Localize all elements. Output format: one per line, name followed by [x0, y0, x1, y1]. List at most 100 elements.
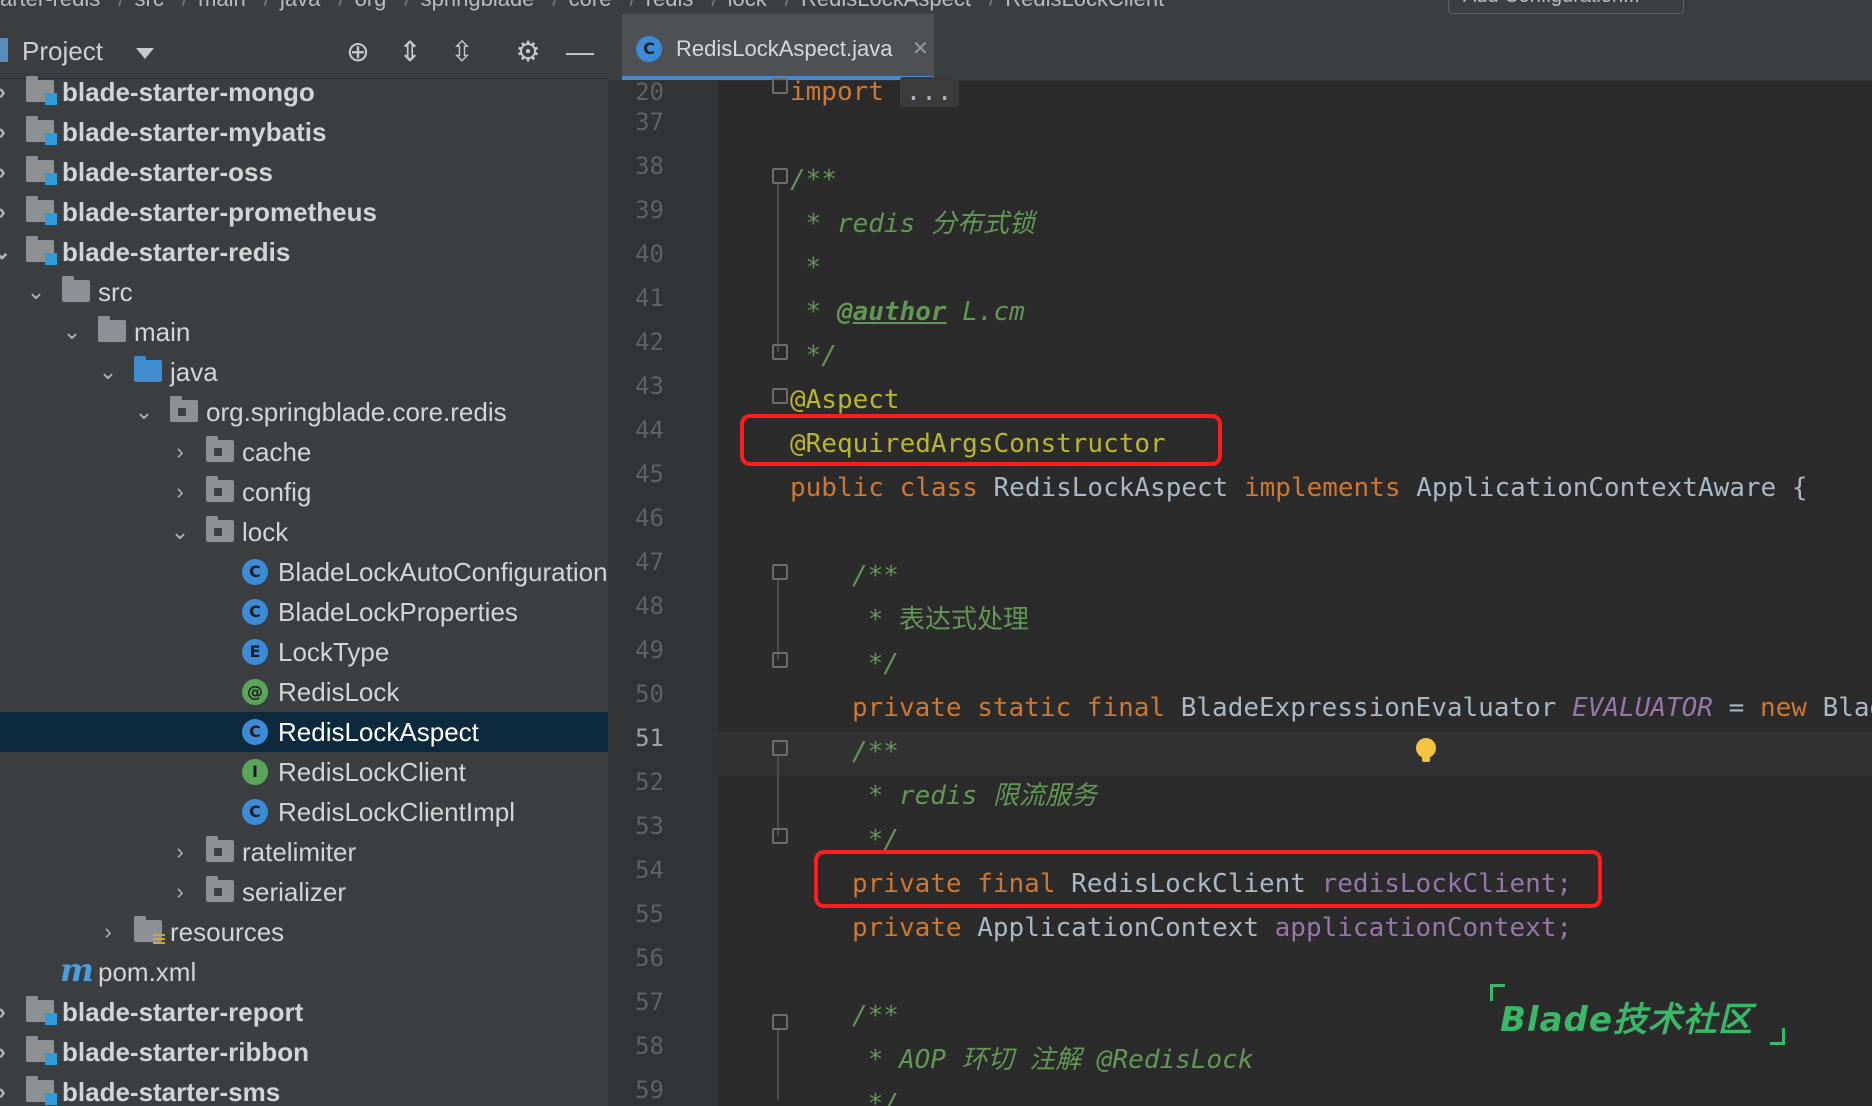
tree-item-file[interactable]: m pom.xml — [0, 952, 608, 992]
lightbulb-icon[interactable] — [1416, 738, 1436, 764]
tree-item-class[interactable]: C BladeLockProperties — [0, 592, 608, 632]
code-editor[interactable]: C RedisLockAspect.java ✕ 20 37 38 39 40 … — [608, 14, 1872, 1106]
tree-item-module[interactable]: › blade-starter-oss — [0, 152, 608, 192]
tree-item-module[interactable]: › blade-starter-prometheus — [0, 192, 608, 232]
chevron-right-icon[interactable]: › — [0, 112, 14, 152]
code-token: applicationContext; — [1274, 913, 1573, 943]
chevron-right-icon[interactable]: › — [0, 1032, 14, 1072]
line-number: 55 — [635, 900, 664, 928]
fold-marker-icon[interactable] — [772, 564, 788, 580]
tree-item-label: blade-starter-prometheus — [62, 197, 377, 227]
chevron-right-icon[interactable]: › — [168, 832, 192, 872]
tree-item-folder[interactable]: › resources — [0, 912, 608, 952]
tree-item-annotation[interactable]: @ RedisLock — [0, 672, 608, 712]
breadcrumb-item[interactable]: org — [355, 0, 387, 11]
breadcrumb-item[interactable]: springblade — [421, 0, 535, 11]
tree-item-package[interactable]: › cache — [0, 432, 608, 472]
add-configuration-button[interactable]: Add Configuration... — [1448, 0, 1684, 14]
locate-file-icon[interactable]: ⊕ — [342, 36, 374, 68]
breadcrumb-item[interactable]: core — [569, 0, 612, 11]
fold-marker-icon[interactable] — [772, 828, 788, 844]
tree-item-package[interactable]: ⌄ lock — [0, 512, 608, 552]
fold-marker-icon[interactable] — [772, 344, 788, 360]
tree-item-module[interactable]: › blade-starter-mybatis — [0, 112, 608, 152]
chevron-right-icon[interactable]: › — [0, 1072, 14, 1106]
chevron-right-icon[interactable]: › — [0, 152, 14, 192]
code-line: private ApplicationContext applicationCo… — [852, 906, 1572, 950]
tree-item-label: ratelimiter — [242, 837, 357, 867]
chevron-down-icon[interactable]: ⌄ — [0, 232, 14, 272]
chevron-right-icon[interactable]: › — [0, 192, 14, 232]
tree-item-interface[interactable]: I RedisLockClient — [0, 752, 608, 792]
expand-all-icon[interactable]: ⇕ — [394, 36, 426, 68]
tree-item-class-selected[interactable]: C RedisLockAspect — [0, 712, 608, 752]
chevron-down-icon[interactable]: ⌄ — [168, 512, 192, 552]
breadcrumb-item[interactable]: RedisLockClient — [1005, 0, 1164, 11]
tree-item-module[interactable]: › blade-starter-sms — [0, 1072, 608, 1106]
tree-item-module[interactable]: ⌄ blade-starter-redis — [0, 232, 608, 272]
chevron-down-icon[interactable]: ⌄ — [24, 272, 48, 312]
chevron-right-icon[interactable]: › — [168, 872, 192, 912]
breadcrumb-item[interactable]: src — [135, 0, 164, 11]
chevron-right-icon[interactable]: › — [0, 72, 14, 112]
module-folder-icon — [26, 1036, 57, 1065]
gear-icon[interactable]: ⚙ — [512, 36, 544, 68]
code-token: ApplicationContextAware { — [1416, 473, 1808, 503]
folder-icon — [98, 316, 126, 342]
line-number: 45 — [635, 460, 664, 488]
tree-item-package[interactable]: › ratelimiter — [0, 832, 608, 872]
tree-item-label: cache — [242, 437, 312, 467]
chevron-right-icon[interactable]: › — [96, 912, 120, 952]
chevron-right-icon[interactable]: › — [0, 992, 14, 1032]
line-number: 43 — [635, 372, 664, 400]
tree-item-package[interactable]: ⌄ org.springblade.core.redis — [0, 392, 608, 432]
breadcrumb-item[interactable]: RedisLockAspect — [801, 0, 971, 11]
hide-panel-icon[interactable]: — — [564, 36, 596, 68]
line-number: 59 — [635, 1076, 664, 1104]
close-icon[interactable]: ✕ — [912, 36, 929, 61]
chevron-down-icon[interactable]: ⌄ — [60, 312, 84, 352]
tree-item-folder[interactable]: ⌄ main — [0, 312, 608, 352]
breadcrumb-item[interactable]: lock — [728, 0, 767, 11]
tree-item-label: BladeLockProperties — [278, 597, 518, 627]
highlight-box — [814, 850, 1602, 908]
tree-item-enum[interactable]: E LockType — [0, 632, 608, 672]
project-view-title[interactable]: Project — [22, 36, 103, 67]
tree-item-folder[interactable]: ⌄ src — [0, 272, 608, 312]
breadcrumb-item[interactable]: redis — [646, 0, 694, 11]
line-number: 37 — [635, 108, 664, 136]
tree-item-module[interactable]: › blade-starter-ribbon — [0, 1032, 608, 1072]
fold-marker-icon[interactable] — [772, 740, 788, 756]
breadcrumb-item[interactable]: arter-redis — [0, 0, 100, 11]
tree-item-module[interactable]: › blade-starter-report — [0, 992, 608, 1032]
code-token: BladeExpressionEvaluator — [1180, 693, 1557, 723]
breadcrumb-item[interactable]: java — [280, 0, 320, 11]
chevron-down-icon[interactable] — [136, 48, 154, 59]
chevron-right-icon[interactable]: › — [168, 432, 192, 472]
tree-item-label: src — [98, 277, 133, 307]
chevron-down-icon[interactable]: ⌄ — [132, 392, 156, 432]
folded-imports[interactable]: ... — [899, 77, 959, 107]
tree-item-package[interactable]: › serializer — [0, 872, 608, 912]
line-number: 38 — [635, 152, 664, 180]
class-icon: C — [242, 799, 268, 825]
tree-item-class[interactable]: C BladeLockAutoConfiguration — [0, 552, 608, 592]
tree-item-module[interactable]: › blade-starter-mongo — [0, 72, 608, 112]
project-tool-window-marker — [0, 38, 8, 62]
fold-marker-icon[interactable] — [772, 78, 788, 94]
breadcrumb-item[interactable]: main — [198, 0, 246, 11]
tree-item-class[interactable]: C RedisLockClientImpl — [0, 792, 608, 832]
fold-marker-icon[interactable] — [772, 388, 788, 404]
project-panel-header: Project ⊕ ⇕ ⇳ ⚙ — — [0, 14, 608, 79]
tree-item-label: RedisLock — [278, 677, 400, 707]
tree-item-package[interactable]: › config — [0, 472, 608, 512]
chevron-right-icon[interactable]: › — [168, 472, 192, 512]
code-token: private — [852, 913, 962, 943]
chevron-down-icon[interactable]: ⌄ — [96, 352, 120, 392]
tree-item-folder[interactable]: ⌄ java — [0, 352, 608, 392]
line-number: 54 — [635, 856, 664, 884]
fold-marker-icon[interactable] — [772, 652, 788, 668]
fold-marker-icon[interactable] — [772, 168, 788, 184]
fold-marker-icon[interactable] — [772, 1014, 788, 1030]
collapse-all-icon[interactable]: ⇳ — [446, 36, 478, 68]
